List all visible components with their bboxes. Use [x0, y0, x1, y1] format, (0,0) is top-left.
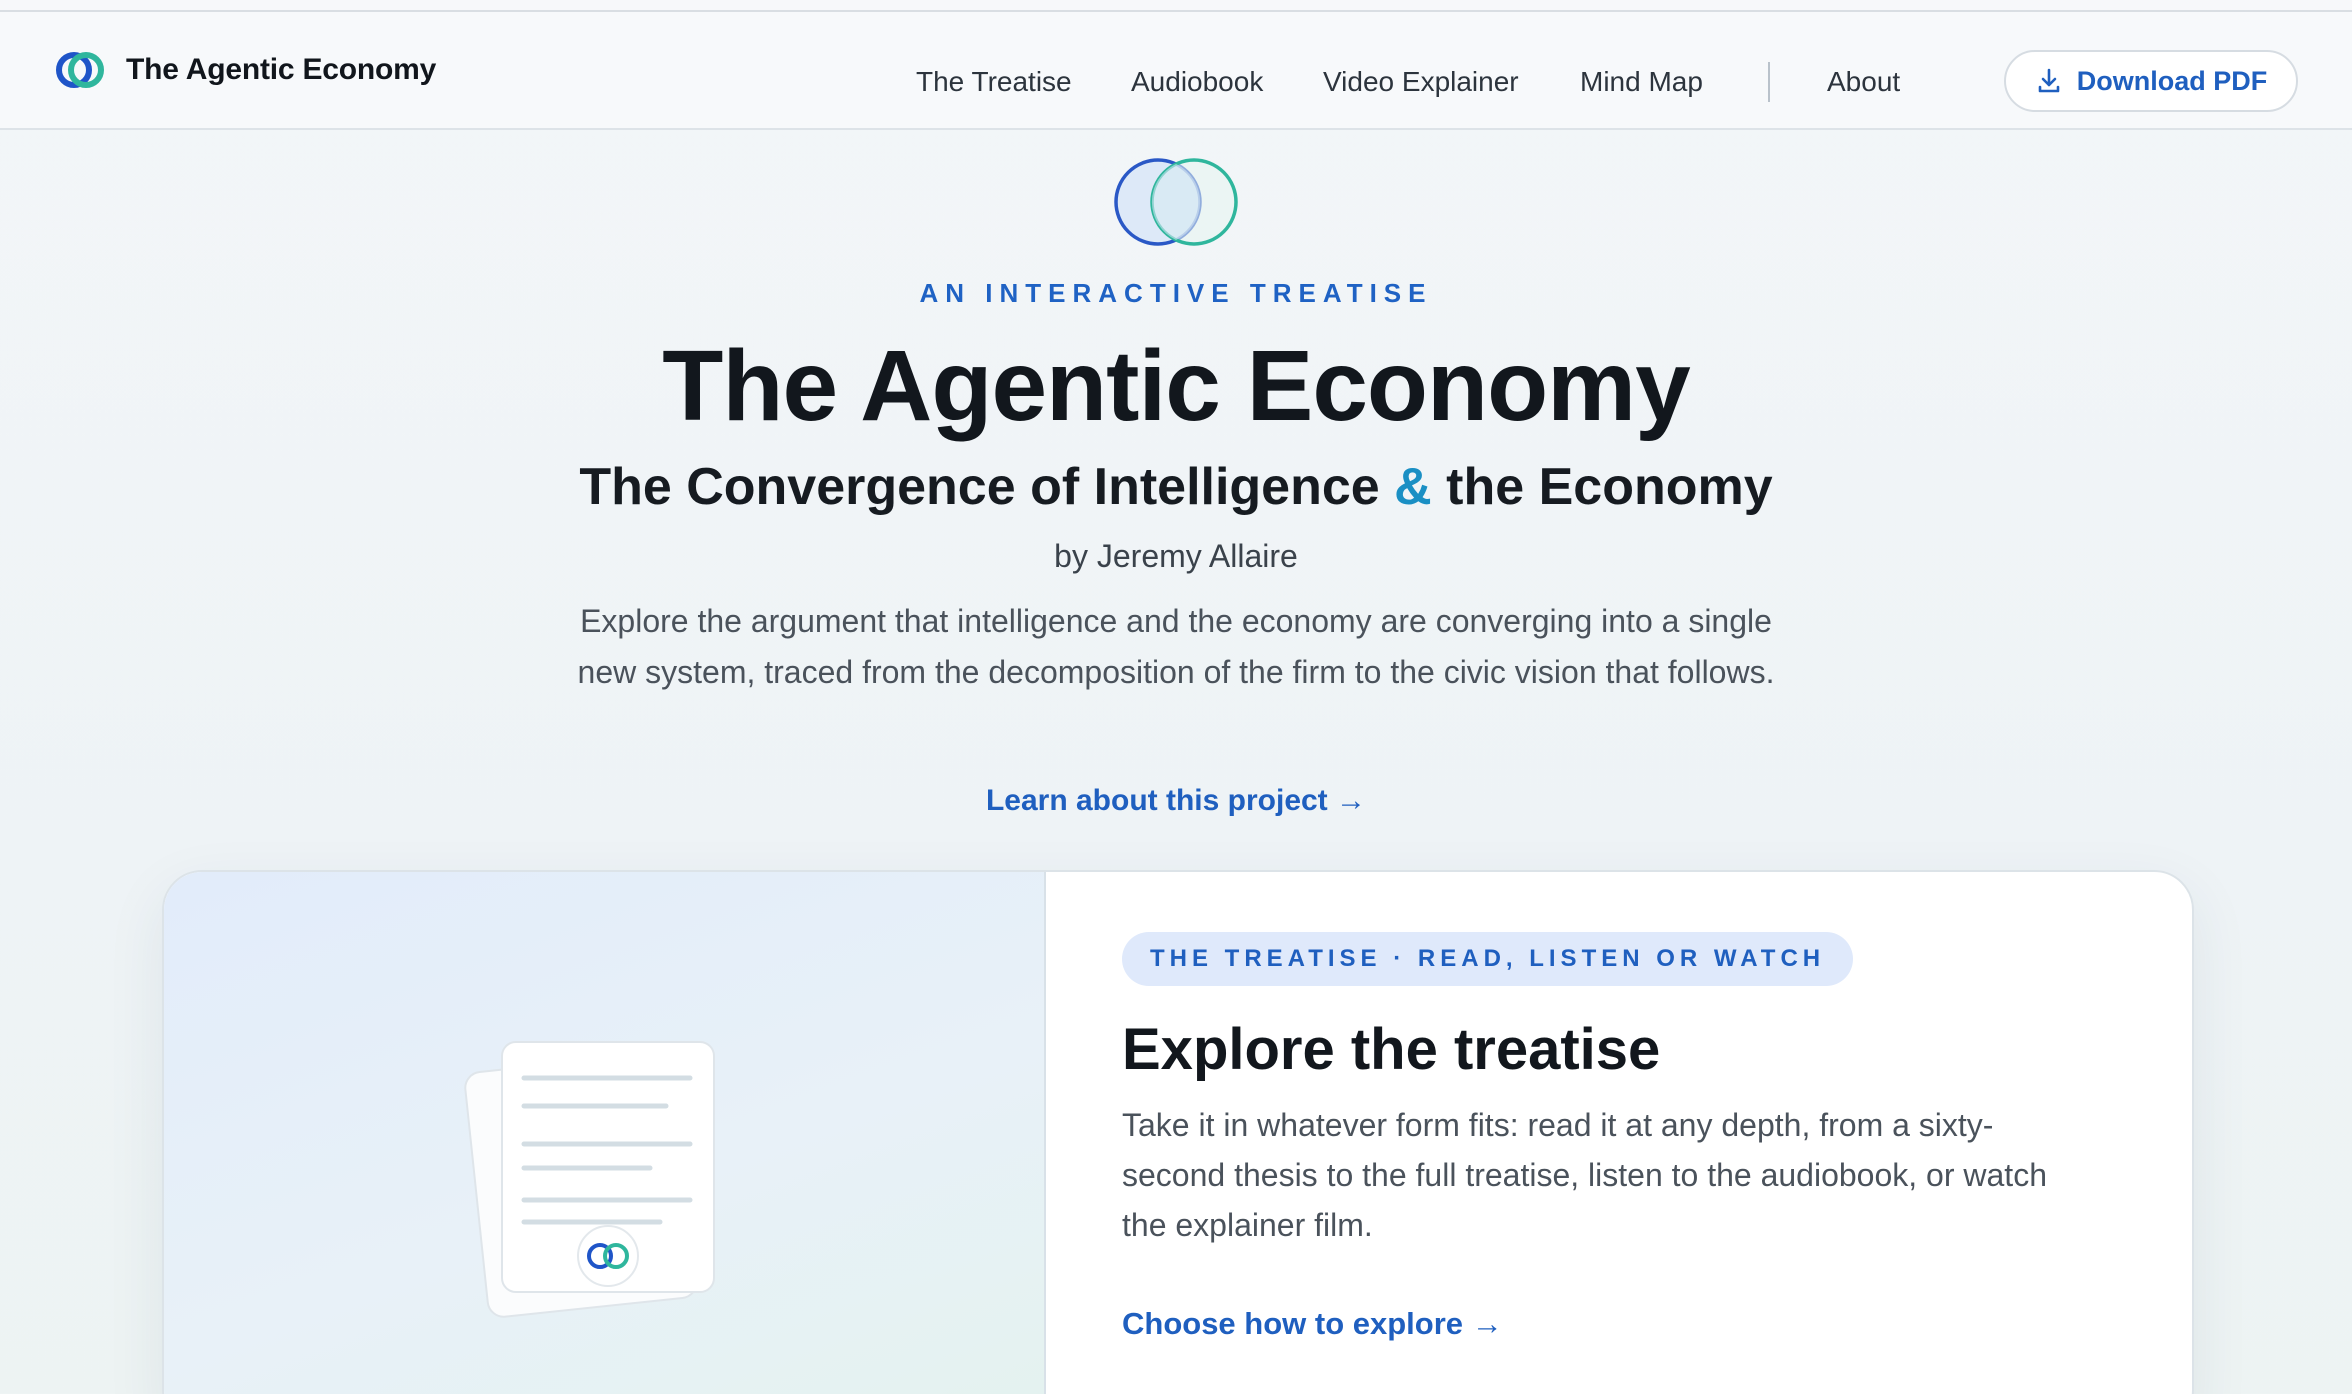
nav-item-audiobook[interactable]: Audiobook [1131, 62, 1263, 102]
nav-divider [1768, 62, 1770, 102]
download-pdf-button[interactable]: Download PDF [2004, 50, 2298, 112]
nav-item-video-explainer[interactable]: Video Explainer [1323, 62, 1519, 102]
treatise-category-pill: THE TREATISE · READ, LISTEN OR WATCH [1122, 932, 1854, 986]
hero-rings-icon [1114, 158, 1238, 246]
treatise-card: THE TREATISE · READ, LISTEN OR WATCH Exp… [162, 870, 2194, 1394]
brand-home-link[interactable]: The Agentic Economy [54, 48, 436, 92]
interlocking-rings-logo-icon [56, 52, 104, 88]
hero-subtitle: The Convergence of Intelligence & the Ec… [0, 452, 2352, 522]
hero-subtitle-part1: The Convergence of Intelligence [579, 458, 1395, 516]
nav-item-the-treatise[interactable]: The Treatise [916, 62, 1072, 102]
hero-eyebrow: AN INTERACTIVE TREATISE [919, 278, 1433, 308]
browser-top-strip [0, 0, 2352, 12]
download-pdf-label: Download PDF [2076, 65, 2268, 96]
nav-item-mind-map[interactable]: Mind Map [1580, 62, 1703, 102]
choose-how-to-explore-link[interactable]: Choose how to explore → [1122, 1302, 1503, 1346]
hero-byline: by Jeremy Allaire [1054, 538, 1298, 574]
brand-title: The Agentic Economy [126, 53, 437, 86]
learn-about-project-link[interactable]: Learn about this project → [0, 780, 2352, 822]
nav-item-about[interactable]: About [1827, 62, 1900, 102]
site-header: The Agentic Economy The Treatise Audiobo… [0, 12, 2352, 130]
treatise-card-description: Take it in whatever form fits: read it a… [1122, 1107, 2047, 1243]
hero-description: Explore the argument that intelligence a… [577, 603, 1775, 690]
treatise-card-illustration-panel [164, 872, 1046, 1394]
hero-subtitle-part2: the Economy [1431, 458, 1773, 516]
hero-title: The Agentic Economy [662, 330, 1690, 442]
download-icon [2038, 68, 2060, 93]
document-stack-icon [464, 1041, 715, 1318]
hero-subtitle-ampersand: & [1394, 458, 1432, 516]
treatise-card-content: THE TREATISE · READ, LISTEN OR WATCH Exp… [1122, 872, 2122, 1394]
treatise-card-title: Explore the treatise [1122, 1017, 1661, 1082]
